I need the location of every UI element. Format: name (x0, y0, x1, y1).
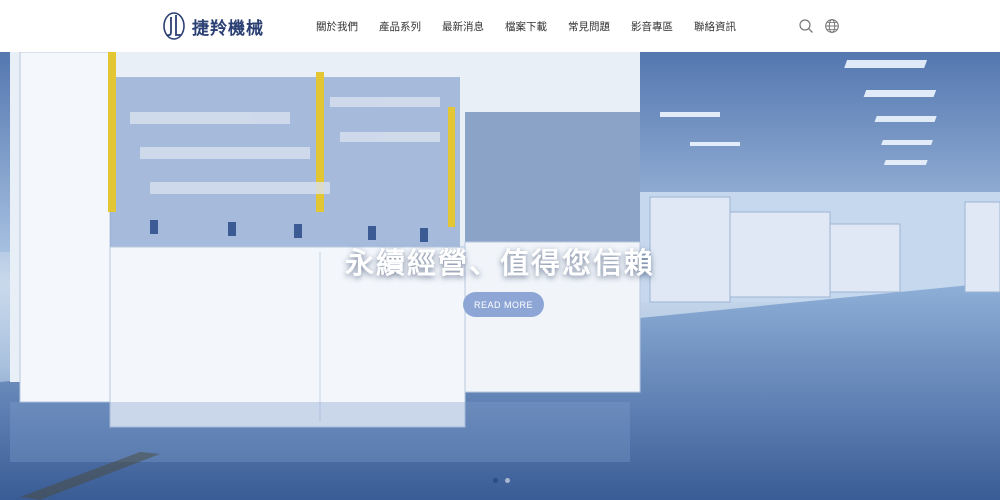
slide-dot-1[interactable] (493, 478, 498, 483)
hero-banner: 永續經營、值得您信賴 READ MORE (0, 52, 1000, 500)
nav-video[interactable]: 影音專區 (631, 19, 673, 34)
nav-faq[interactable]: 常見問題 (568, 19, 610, 34)
logo-text: 捷羚機械 (192, 18, 264, 39)
hero-title: 永續經營、值得您信賴 (344, 246, 655, 280)
slider-pagination (493, 478, 517, 483)
slide-dot-2[interactable] (505, 478, 510, 483)
nav-contact[interactable]: 聯絡資訊 (694, 19, 736, 34)
nav-about[interactable]: 關於我們 (316, 19, 358, 34)
nav-products[interactable]: 產品系列 (379, 19, 421, 34)
globe-icon[interactable] (824, 18, 840, 34)
main-nav: 關於我們 產品系列 最新消息 檔案下載 常見問題 影音專區 聯絡資訊 (316, 0, 757, 52)
logo-mark-icon (163, 12, 185, 40)
site-header: 捷羚機械 關於我們 產品系列 最新消息 檔案下載 常見問題 影音專區 聯絡資訊 (0, 0, 1000, 52)
nav-news[interactable]: 最新消息 (442, 19, 484, 34)
read-more-button[interactable]: READ MORE (463, 292, 544, 317)
nav-downloads[interactable]: 檔案下載 (505, 19, 547, 34)
search-icon[interactable] (798, 18, 814, 34)
logo[interactable]: 捷羚機械 (162, 10, 264, 42)
header-tools (798, 18, 850, 34)
